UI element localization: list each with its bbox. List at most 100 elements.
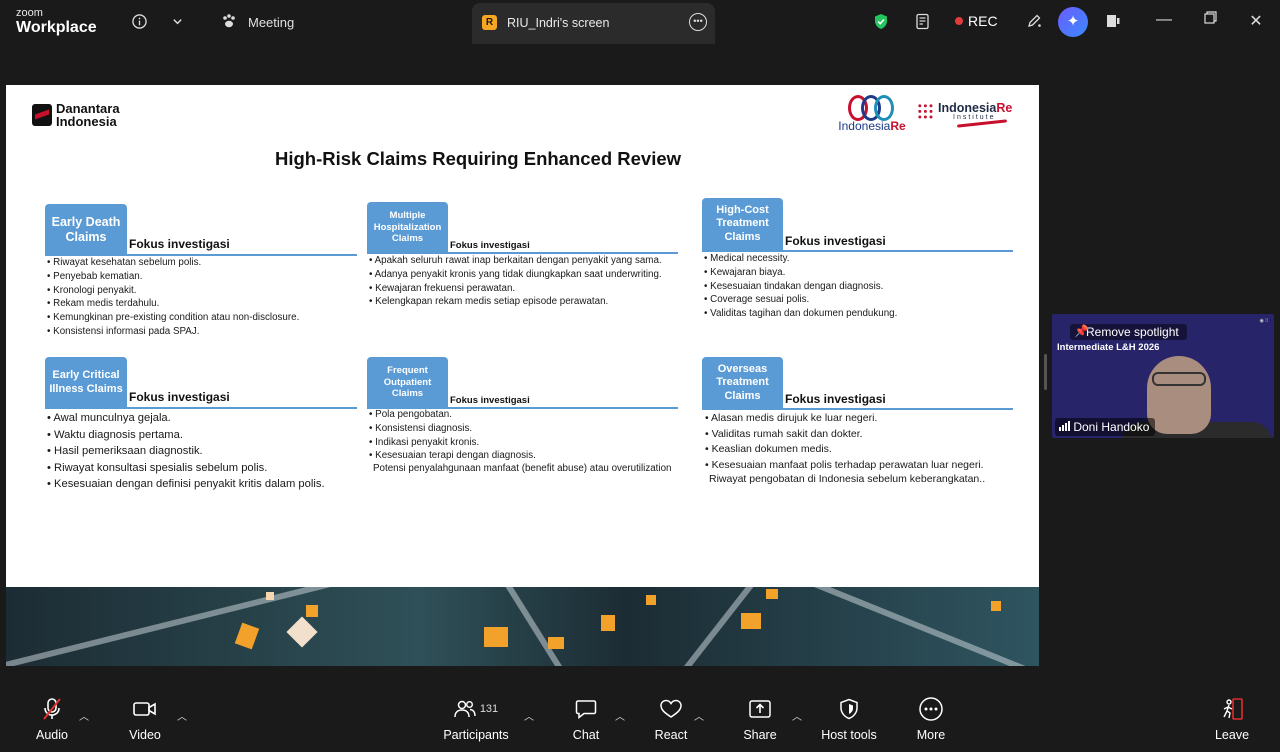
notes-icon[interactable] xyxy=(912,10,934,32)
share-label: Share xyxy=(743,728,777,742)
danantara-logo-line2: Indonesia xyxy=(56,114,117,129)
early-death-list: Riwayat kesehatan sebelum polis. Penyeba… xyxy=(47,256,299,339)
participants-icon-wrap: 131 xyxy=(440,694,512,724)
indonesia-re-rings-icon xyxy=(834,95,910,121)
list-item: Kesesuaian manfaat polis terhadap perawa… xyxy=(705,458,984,474)
share-tab[interactable]: R RIU_Indri's screen ••• xyxy=(472,3,715,44)
more-label: More xyxy=(916,728,946,742)
share-button[interactable]: Share xyxy=(741,694,779,752)
recording-indicator[interactable]: REC xyxy=(955,13,998,29)
audio-label: Audio xyxy=(36,728,68,742)
list-item: Coverage sesuai polis. xyxy=(704,293,897,307)
overseas-treatment-fokus: Fokus investigasi xyxy=(785,392,886,406)
high-cost-treatment-tag: High-Cost Treatment Claims xyxy=(702,198,783,250)
zoom-workplace-logo: zoom Workplace xyxy=(16,8,97,36)
share-tab-title: RIU_Indri's screen xyxy=(507,16,610,30)
security-shield-icon[interactable] xyxy=(870,10,892,32)
list-item: Kelengkapan rekam medis setiap episode p… xyxy=(369,295,662,309)
video-panel-resize-handle[interactable] xyxy=(1044,354,1047,390)
list-item: Keaslian dokumen medis. xyxy=(705,442,984,458)
host-tools-button[interactable]: Host tools xyxy=(818,694,880,752)
multiple-hospitalization-list: Apakah seluruh rawat inap berkaitan deng… xyxy=(369,254,662,309)
paw-icon xyxy=(218,10,240,32)
chat-button[interactable]: Chat xyxy=(568,694,604,752)
list-item: Konsistensi diagnosis. xyxy=(369,422,536,436)
ai-companion-icon[interactable]: ✦ xyxy=(1058,7,1088,37)
side-panel-icon[interactable] xyxy=(1102,10,1124,32)
city-lights-banner-image xyxy=(6,587,1039,666)
early-death-tag: Early Death Claims xyxy=(45,204,127,255)
react-button[interactable]: React xyxy=(651,694,691,752)
participants-icon xyxy=(454,700,476,718)
high-cost-treatment-fokus: Fokus investigasi xyxy=(785,234,886,248)
video-label: Video xyxy=(129,728,161,742)
share-options-chevron-icon[interactable]: ︿ xyxy=(792,708,802,723)
early-critical-illness-tag: Early Critical Illness Claims xyxy=(45,357,127,408)
slide-title: High-Risk Claims Requiring Enhanced Revi… xyxy=(274,148,682,169)
chat-label: Chat xyxy=(572,728,600,742)
list-item: Kesesuaian terapi dengan diagnosis. xyxy=(369,449,536,463)
participant-name: Doni Handoko xyxy=(1073,420,1150,434)
iri-logo-b: Re xyxy=(996,101,1013,115)
more-options-icon[interactable]: ••• xyxy=(689,13,707,31)
list-item: Penyebab kematian. xyxy=(47,270,299,284)
frequent-outpatient-extra: Potensi penyalahgunaan manfaat (benefit … xyxy=(373,463,672,474)
participants-count: 131 xyxy=(479,703,499,715)
leave-label: Leave xyxy=(1214,728,1250,742)
restore-window-icon[interactable] xyxy=(1200,11,1220,29)
participant-video-tile[interactable]: ◉ ⁞⁞ Intermediate L&H 2026 📌 Remove spot… xyxy=(1052,314,1274,438)
list-item: Apakah seluruh rawat inap berkaitan deng… xyxy=(369,254,662,268)
participants-button[interactable]: 131 Participants xyxy=(440,694,512,752)
overseas-treatment-rule xyxy=(702,408,1013,410)
early-death-fokus: Fokus investigasi xyxy=(129,237,230,251)
share-tab-initial: R xyxy=(482,15,497,30)
multiple-hospitalization-fokus: Fokus investigasi xyxy=(450,240,530,251)
meeting-label[interactable]: Meeting xyxy=(248,15,294,30)
info-icon[interactable] xyxy=(128,10,150,32)
overseas-treatment-tag: Overseas Treatment Claims xyxy=(702,357,783,409)
brand-bottom: Workplace xyxy=(16,19,97,36)
list-item: Riwayat kesehatan sebelum polis. xyxy=(47,256,299,270)
remove-spotlight-button[interactable]: 📌 Remove spotlight xyxy=(1070,324,1187,340)
video-button[interactable]: Video xyxy=(122,694,168,752)
rec-label: REC xyxy=(968,13,998,29)
dot-grid-icon xyxy=(917,103,934,120)
audio-options-chevron-icon[interactable]: ︿ xyxy=(79,708,89,723)
audio-button[interactable]: Audio xyxy=(30,694,74,752)
participant-glasses xyxy=(1152,372,1206,386)
host-shield-icon xyxy=(818,694,880,724)
participant-face xyxy=(1147,356,1211,434)
chat-options-chevron-icon[interactable]: ︿ xyxy=(615,708,625,723)
minimize-icon[interactable]: — xyxy=(1154,11,1174,29)
list-item: Hasil pemeriksaan diagnostik. xyxy=(47,443,325,460)
list-item: Kesesuaian tindakan dengan diagnosis. xyxy=(704,280,897,294)
meeting-controls-toolbar: Audio ︿ Video ︿ 131 Participants ︿ Chat … xyxy=(0,694,1280,752)
frequent-outpatient-fokus: Fokus investigasi xyxy=(450,395,530,406)
annotate-pen-icon[interactable] xyxy=(1023,10,1045,32)
frequent-outpatient-list: Pola pengobatan. Konsistensi diagnosis. … xyxy=(369,408,536,463)
chevron-down-icon[interactable] xyxy=(166,10,188,32)
muted-microphone-icon xyxy=(30,694,74,724)
react-label: React xyxy=(654,728,688,742)
list-item: Konsistensi informasi pada SPAJ. xyxy=(47,325,299,339)
overseas-treatment-list: Alasan medis dirujuk ke luar negeri. Val… xyxy=(705,411,984,473)
danantara-logo: Danantara Indonesia xyxy=(32,102,120,128)
react-options-chevron-icon[interactable]: ︿ xyxy=(694,708,704,723)
more-button[interactable]: More xyxy=(913,694,949,752)
remove-spotlight-label: Remove spotlight xyxy=(1086,325,1179,339)
early-critical-illness-list: Awal munculnya gejala. Waktu diagnosis p… xyxy=(47,410,325,493)
multiple-hospitalization-tag: Multiple Hospitalization Claims xyxy=(367,202,448,253)
close-window-icon[interactable]: ✕ xyxy=(1246,11,1266,31)
list-item: Awal munculnya gejala. xyxy=(47,410,325,427)
participants-options-chevron-icon[interactable]: ︿ xyxy=(524,708,534,723)
pin-icon: 📌 xyxy=(1074,324,1089,338)
video-options-chevron-icon[interactable]: ︿ xyxy=(177,708,187,723)
list-item: Validitas rumah sakit dan dokter. xyxy=(705,427,984,443)
iri-logo-sub: Institute xyxy=(953,114,996,121)
video-camera-icon xyxy=(122,694,168,724)
participants-label: Participants xyxy=(443,728,509,742)
list-item: Kewajaran biaya. xyxy=(704,266,897,280)
host-tools-label: Host tools xyxy=(821,728,877,742)
leave-button[interactable]: Leave xyxy=(1213,694,1251,752)
danantara-mark-icon xyxy=(32,104,52,126)
